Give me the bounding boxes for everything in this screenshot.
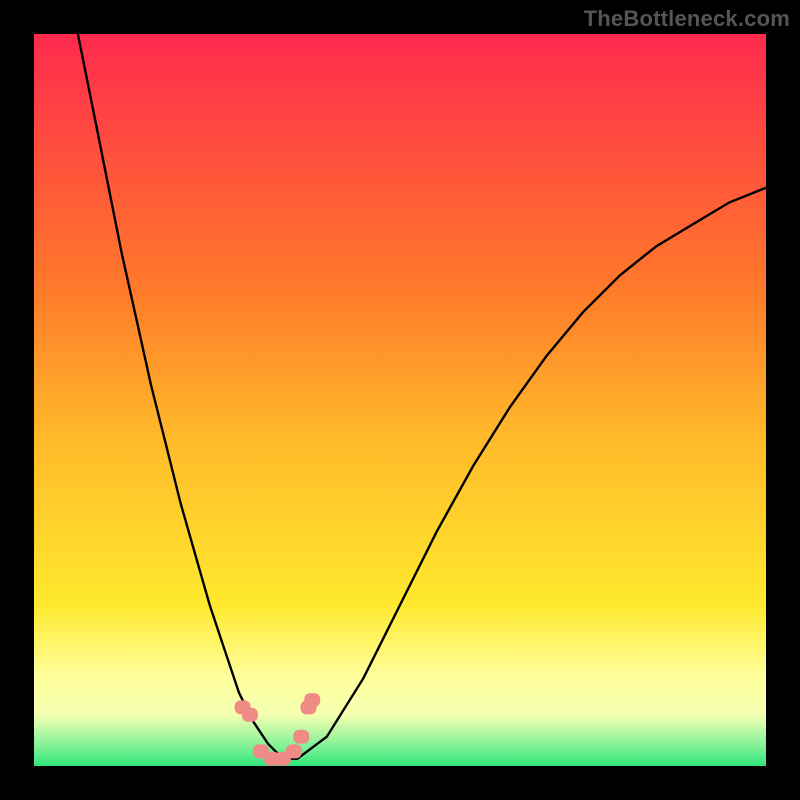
chart-frame: TheBottleneck.com [0,0,800,800]
data-marker [242,708,258,722]
watermark-text: TheBottleneck.com [584,6,790,32]
plot-background [34,34,766,766]
data-marker [304,693,320,707]
bottleneck-chart [0,0,800,800]
data-marker [293,730,309,744]
data-marker [286,744,302,758]
